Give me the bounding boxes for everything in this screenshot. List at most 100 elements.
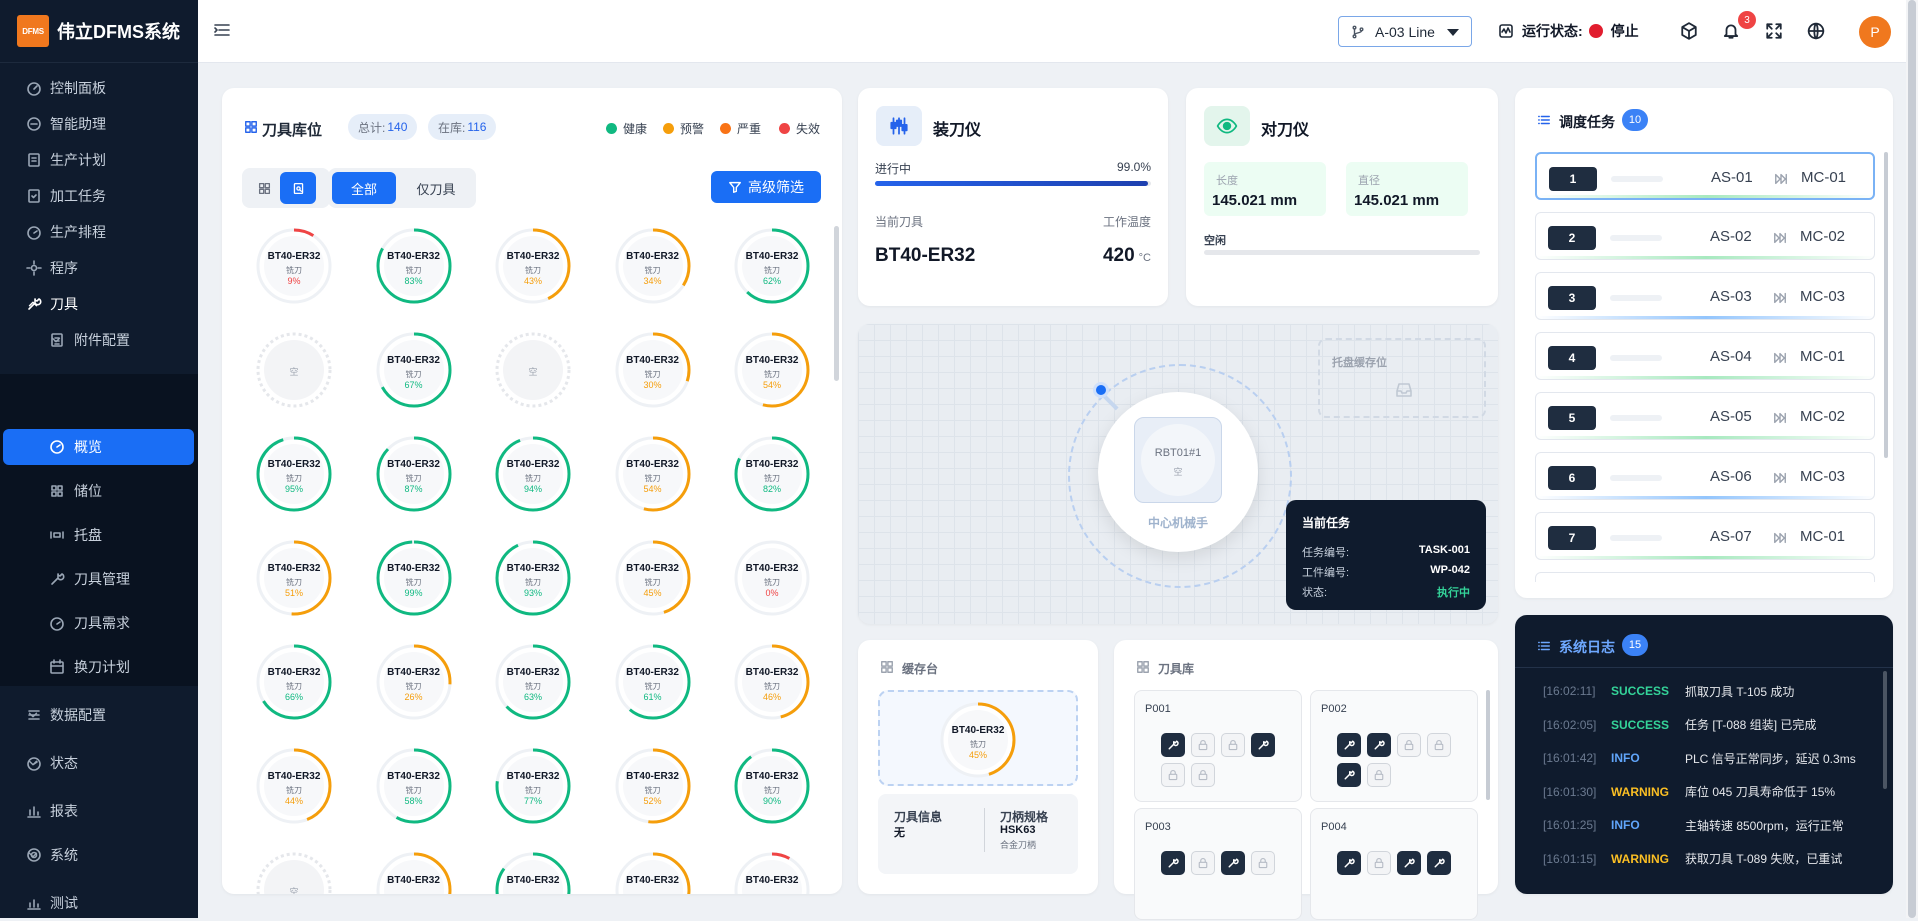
nav-item-test[interactable]: 测试 [0, 885, 198, 921]
nav-item-status[interactable]: 状态 [0, 745, 198, 781]
lock-icon[interactable] [1191, 851, 1215, 875]
tool-slot[interactable]: BT40-ER32 铣刀 58% [374, 746, 454, 826]
tool-slot[interactable]: BT40-ER32 铣刀 43% [493, 226, 573, 306]
nav-item-tool-demand[interactable]: 刀具需求 [0, 605, 198, 641]
line-select[interactable]: A-03 Line [1338, 16, 1472, 47]
nav-item-storage[interactable]: 储位 [0, 473, 198, 509]
tool-slot[interactable]: BT40-ER32 铣刀 54% [732, 330, 812, 410]
tool-slot[interactable]: BT40-ER32 铣刀 93% [493, 538, 573, 618]
lock-icon[interactable] [1191, 733, 1215, 757]
tool-slot[interactable]: BT40-ER32 铣刀 54% [613, 434, 693, 514]
nav-item-system[interactable]: 系统 [0, 837, 198, 873]
tool-slot[interactable]: BT40-ER32 铣刀 9% [254, 226, 334, 306]
lock-icon[interactable] [1191, 763, 1215, 787]
avatar[interactable]: P [1859, 16, 1891, 48]
wrench-icon[interactable] [1161, 733, 1185, 757]
tool-slot[interactable]: BT40-ER3250% [374, 850, 454, 894]
tool-slot[interactable]: BT40-ER32 铣刀 62% [732, 226, 812, 306]
nav-item-accessory-config[interactable]: 附件配置 [0, 322, 198, 358]
menu-fold-icon[interactable] [212, 20, 232, 40]
schedule-scrollbar[interactable] [1884, 152, 1888, 458]
lock-icon[interactable] [1221, 733, 1245, 757]
page-scrollbar[interactable] [1906, 0, 1918, 918]
pallet-p004[interactable]: P004 [1310, 808, 1478, 920]
tool-slot[interactable]: BT40-ER32 铣刀 34% [613, 226, 693, 306]
log-scrollbar[interactable] [1883, 671, 1887, 789]
tool-slot[interactable]: BT40-ER32 铣刀 95% [254, 434, 334, 514]
tool-slot[interactable]: BT40-ER32 铣刀 30% [613, 330, 693, 410]
fullscreen-icon[interactable] [1765, 22, 1783, 40]
wrench-icon[interactable] [1397, 851, 1421, 875]
tool-slot[interactable]: BT40-ER32 铣刀 94% [493, 434, 573, 514]
nav-item-report[interactable]: 报表 [0, 793, 198, 829]
nav-item-assistant[interactable]: 智能助理 [0, 106, 198, 142]
tool-slot[interactable]: BT40-ER32 铣刀 90% [732, 746, 812, 826]
nav-item-data-config[interactable]: 数据配置 [0, 697, 198, 733]
grid-view-button[interactable] [246, 172, 282, 204]
lock-icon[interactable] [1397, 733, 1421, 757]
library-scrollbar[interactable] [1486, 690, 1490, 800]
schedule-task[interactable]: 4 AS-04 MC-01 [1535, 332, 1875, 380]
nav-item-tool[interactable]: 刀具 [0, 286, 198, 322]
tool-slot[interactable]: 空 [254, 850, 334, 894]
tool-slot[interactable]: BT40-ER32 铣刀 63% [493, 642, 573, 722]
wrench-icon[interactable] [1427, 851, 1451, 875]
schedule-task[interactable]: 7 AS-07 MC-01 [1535, 512, 1875, 560]
tool-slot[interactable]: BT40-ER32 铣刀 52% [613, 746, 693, 826]
schedule-task[interactable]: 2 AS-02 MC-02 [1535, 212, 1875, 260]
nav-item-task[interactable]: 加工任务 [0, 178, 198, 214]
tool-slot[interactable]: BT40-ER32 铣刀 44% [254, 746, 334, 826]
lock-icon[interactable] [1367, 763, 1391, 787]
tool-slot[interactable]: BT40-ER328% [732, 850, 812, 894]
tool-slot[interactable]: 空 [493, 330, 573, 410]
lock-icon[interactable] [1161, 763, 1185, 787]
tool-slot[interactable]: BT40-ER3285% [493, 850, 573, 894]
tool-slot[interactable]: BT40-ER3240% [613, 850, 693, 894]
tool-slot[interactable]: BT40-ER32 铣刀 45% [613, 538, 693, 618]
tool-slot[interactable]: BT40-ER32 铣刀 26% [374, 642, 454, 722]
wrench-icon[interactable] [1337, 763, 1361, 787]
wrench-icon[interactable] [1251, 733, 1275, 757]
wrench-icon[interactable] [1221, 851, 1245, 875]
nav-item-program[interactable]: 程序 [0, 250, 198, 286]
tool-slot[interactable]: BT40-ER32 铣刀 66% [254, 642, 334, 722]
wrench-icon[interactable] [1337, 733, 1361, 757]
schedule-task[interactable]: 6 AS-06 MC-03 [1535, 452, 1875, 500]
globe-icon[interactable] [1807, 22, 1825, 40]
cache-tool[interactable]: BT40-ER32 铣刀 45% [938, 700, 1018, 780]
bell-icon[interactable] [1722, 22, 1740, 40]
tool-slot[interactable]: 空 [254, 330, 334, 410]
advanced-filter-button[interactable]: 高级筛选 [711, 171, 821, 203]
detail-view-button[interactable] [280, 172, 316, 204]
schedule-task[interactable]: 1 AS-01 MC-01 [1535, 152, 1875, 200]
pallet-p001[interactable]: P001 [1134, 690, 1302, 802]
tool-slot[interactable]: BT40-ER32 铣刀 99% [374, 538, 454, 618]
wrench-icon[interactable] [1367, 733, 1391, 757]
lock-icon[interactable] [1251, 851, 1275, 875]
filter-all-button[interactable]: 全部 [332, 172, 396, 204]
nav-item-pallet[interactable]: 托盘 [0, 517, 198, 553]
wrench-icon[interactable] [1337, 851, 1361, 875]
cube-icon[interactable] [1680, 22, 1698, 40]
tool-slot[interactable]: BT40-ER32 铣刀 51% [254, 538, 334, 618]
wrench-icon[interactable] [1161, 851, 1185, 875]
schedule-task[interactable]: 5 AS-05 MC-02 [1535, 392, 1875, 440]
center-robot[interactable]: RBT01#1 空 中心机械手 [1098, 392, 1258, 552]
schedule-task[interactable] [1535, 572, 1875, 582]
tool-slot[interactable]: BT40-ER32 铣刀 0% [732, 538, 812, 618]
schedule-task[interactable]: 3 AS-03 MC-03 [1535, 272, 1875, 320]
lock-icon[interactable] [1427, 733, 1451, 757]
tool-slot[interactable]: BT40-ER32 铣刀 46% [732, 642, 812, 722]
tool-slot[interactable]: BT40-ER32 铣刀 77% [493, 746, 573, 826]
tool-slot[interactable]: BT40-ER32 铣刀 82% [732, 434, 812, 514]
pallet-p003[interactable]: P003 [1134, 808, 1302, 920]
tool-slot[interactable]: BT40-ER32 铣刀 67% [374, 330, 454, 410]
pallet-buffer-slot[interactable]: 托盘缓存位 [1318, 338, 1486, 418]
tool-slot[interactable]: BT40-ER32 铣刀 83% [374, 226, 454, 306]
magazine-scrollbar[interactable] [834, 226, 839, 381]
pallet-p002[interactable]: P002 [1310, 690, 1478, 802]
nav-item-tool-mgmt[interactable]: 刀具管理 [0, 561, 198, 597]
nav-item-schedule[interactable]: 生产排程 [0, 214, 198, 250]
cache-slot[interactable]: BT40-ER32 铣刀 45% [878, 690, 1078, 786]
nav-item-change-plan[interactable]: 换刀计划 [0, 649, 198, 685]
